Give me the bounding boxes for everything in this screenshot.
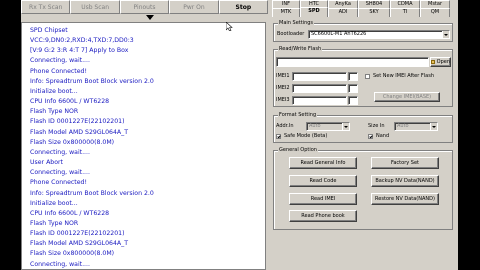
folder-icon bbox=[431, 60, 435, 64]
bootloader-select[interactable]: SC6600L-M1 AnT6226 bbox=[308, 30, 450, 39]
tab-qm[interactable]: QM bbox=[420, 8, 450, 17]
left-letterbox bbox=[0, 0, 21, 270]
chevron-down-icon[interactable] bbox=[342, 123, 349, 130]
tab-inf[interactable]: INF bbox=[272, 0, 300, 8]
log-line: Connecting, wait.... bbox=[30, 57, 90, 65]
imei2-label: IMEI2 bbox=[276, 85, 290, 91]
imei1-label: IMEI1 bbox=[276, 73, 290, 79]
imei1-check-digit[interactable] bbox=[348, 72, 358, 81]
flash-file-path-input[interactable] bbox=[276, 57, 429, 67]
set-new-imei-label: Set New IMEI After Flash bbox=[373, 73, 435, 79]
bootloader-label: Bootloader bbox=[277, 31, 305, 37]
factory-set-button[interactable]: Factory Set bbox=[371, 157, 439, 169]
log-collapse-bar[interactable] bbox=[21, 14, 268, 22]
format-setting-title: Format Setting bbox=[278, 112, 318, 119]
log-line: Info: Spreadtrum Boot Block version 2.0 bbox=[30, 77, 154, 85]
log-line: Flash Size 0x800000(8.0M) bbox=[30, 250, 115, 258]
log-line: Connecting, wait.... bbox=[30, 260, 90, 268]
open-button[interactable]: Open bbox=[430, 57, 451, 67]
tab-spd[interactable]: SPD bbox=[300, 7, 328, 17]
log-line: Phone Connected! bbox=[30, 67, 87, 75]
stop-button[interactable]: Stop bbox=[218, 0, 269, 14]
log-line: Connecting, wait.... bbox=[30, 169, 90, 177]
app-window: Rx Tx Scan Usb Scan Pinouts Pwr On Stop … bbox=[21, 0, 458, 270]
right-panel: INF HTC AnyKa SH804 CDMA Mstar MTK SPD A… bbox=[270, 0, 458, 270]
size-in-label: Size In bbox=[368, 123, 385, 129]
tab-adi[interactable]: ADI bbox=[328, 8, 358, 17]
log-line: Flash Type NOR bbox=[30, 108, 79, 116]
log-line: Flash Type NOR bbox=[30, 219, 79, 227]
open-label: Open bbox=[436, 59, 450, 65]
imei2-input[interactable] bbox=[292, 84, 347, 93]
tab-mtk[interactable]: MTK bbox=[272, 8, 300, 17]
safe-mode-checkbox[interactable] bbox=[276, 134, 281, 139]
log-line: Flash ID 0001227E(22102201) bbox=[30, 118, 125, 126]
main-settings-title: Main Settings bbox=[278, 20, 315, 27]
safe-mode-label: Safe Mode (Beta) bbox=[284, 133, 328, 139]
tab-anyka[interactable]: AnyKa bbox=[328, 0, 358, 8]
imei3-label: IMEI3 bbox=[276, 97, 290, 103]
log-line: [V:9 G:2 3:R 4:T 7] Apply to Box bbox=[30, 47, 129, 55]
log-line: Flash Model AMD S29GL064A_T bbox=[30, 128, 128, 136]
size-in-select[interactable]: Auto bbox=[394, 122, 438, 131]
mouse-cursor-icon bbox=[226, 22, 233, 31]
imei2-check-digit[interactable] bbox=[348, 84, 358, 93]
usb-scan-button[interactable]: Usb Scan bbox=[70, 0, 120, 14]
rx-tx-scan-button[interactable]: Rx Tx Scan bbox=[21, 0, 71, 14]
imei3-input[interactable] bbox=[292, 96, 347, 105]
set-new-imei-checkbox[interactable] bbox=[365, 74, 370, 79]
power-on-button[interactable]: Pwr On bbox=[169, 0, 219, 14]
read-write-flash-title: Read/Write Flash bbox=[278, 46, 323, 53]
log-line: Info: Spreadtrum Boot Block version 2.0 bbox=[30, 189, 154, 197]
backup-nv-button[interactable]: Backup NV Data(NAND) bbox=[371, 175, 439, 187]
imei3-check-digit[interactable] bbox=[348, 96, 358, 105]
read-general-info-button[interactable]: Read General Info bbox=[289, 157, 357, 169]
read-code-button[interactable]: Read Code bbox=[289, 175, 357, 187]
nand-checkbox[interactable] bbox=[368, 134, 373, 139]
log-line: User Abort bbox=[30, 159, 63, 167]
general-option-title: General Option bbox=[278, 147, 318, 154]
log-line: VCC:9,DN0:2,RXD:4,TXD:7,DD0:3 bbox=[30, 37, 134, 45]
size-in-value: Auto bbox=[397, 123, 409, 129]
tab-cdma[interactable]: CDMA bbox=[390, 0, 420, 8]
tab-mstar[interactable]: Mstar bbox=[420, 0, 450, 8]
log-line: Flash ID 0001227E(22102201) bbox=[30, 230, 125, 238]
imei1-input[interactable] bbox=[292, 72, 347, 81]
log-output[interactable]: SPD Chipset VCC:9,DN0:2,RXD:4,TXD:7,DD0:… bbox=[21, 22, 266, 270]
addr-in-value: Auto bbox=[309, 123, 321, 129]
log-line: Phone Connected! bbox=[30, 179, 87, 187]
log-line: Connecting, wait.... bbox=[30, 148, 90, 156]
log-line: Initialize boot... bbox=[30, 87, 78, 95]
toolbar: Rx Tx Scan Usb Scan Pinouts Pwr On Stop bbox=[21, 0, 269, 14]
pinouts-button[interactable]: Pinouts bbox=[119, 0, 170, 14]
restore-nv-button[interactable]: Restore NV Data(NAND) bbox=[371, 193, 439, 205]
general-option-group: General Option Read General Info Factory… bbox=[273, 147, 453, 230]
change-imei-button[interactable]: Change IMEI(BASE) bbox=[374, 92, 440, 102]
read-imei-button[interactable]: Read IMEI bbox=[289, 193, 357, 205]
log-line: Flash Size 0x800000(8.0M) bbox=[30, 138, 115, 146]
read-phone-book-button[interactable]: Read Phone book bbox=[289, 210, 357, 222]
chevron-down-icon[interactable] bbox=[430, 123, 437, 130]
chevron-down-icon[interactable] bbox=[146, 15, 154, 20]
format-setting-group: Format Setting Addr.In Auto Size In Auto… bbox=[273, 112, 453, 143]
log-line: CPU Info 6600L / WT6228 bbox=[30, 209, 110, 217]
log-line: CPU Info 6600L / WT6228 bbox=[30, 98, 110, 106]
nand-label: Nand bbox=[376, 133, 390, 139]
read-write-flash-group: Read/Write Flash Open IMEI1 IMEI2 IMEI3 … bbox=[273, 46, 453, 107]
addr-in-select[interactable]: Auto bbox=[306, 122, 350, 131]
platform-tabs: INF HTC AnyKa SH804 CDMA Mstar MTK SPD A… bbox=[272, 0, 454, 18]
log-line: Initialize boot... bbox=[30, 199, 78, 207]
tab-sky[interactable]: SKY bbox=[358, 8, 390, 17]
chevron-down-icon[interactable] bbox=[442, 31, 449, 38]
tab-sh804[interactable]: SH804 bbox=[358, 0, 390, 8]
tab-ti[interactable]: TI bbox=[390, 8, 420, 17]
log-line: Flash Model AMD S29GL064A_T bbox=[30, 240, 128, 248]
main-settings-group: Main Settings Bootloader SC6600L-M1 AnT6… bbox=[273, 20, 453, 42]
addr-in-label: Addr.In bbox=[276, 123, 294, 129]
right-letterbox bbox=[458, 0, 480, 270]
bootloader-value: SC6600L-M1 AnT6226 bbox=[311, 31, 367, 37]
